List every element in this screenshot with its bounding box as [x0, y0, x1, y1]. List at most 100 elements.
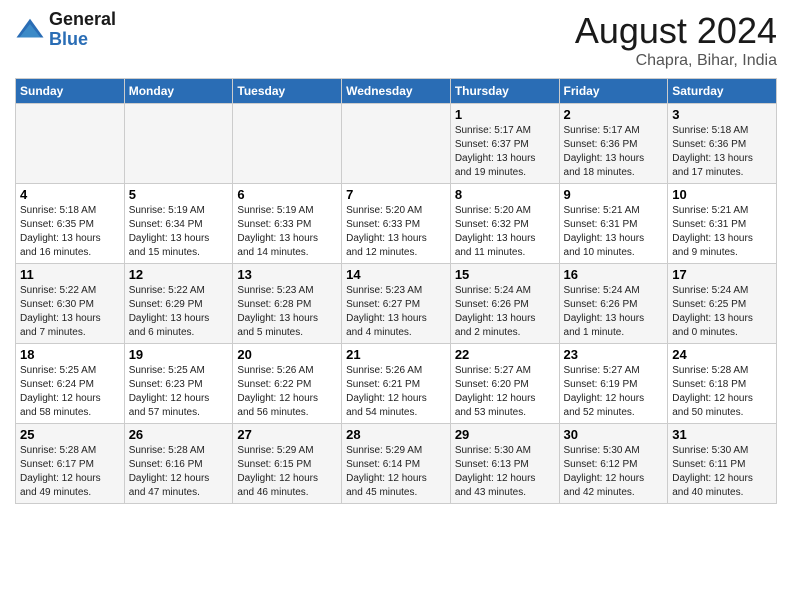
- table-row: 18 Sunrise: 5:25 AM Sunset: 6:24 PM Dayli…: [16, 344, 125, 424]
- day-info: Sunrise: 5:17 AM Sunset: 6:37 PM Dayligh…: [455, 124, 555, 180]
- col-friday: Friday: [559, 79, 668, 104]
- day-number: 14: [346, 267, 446, 282]
- day-number: 3: [672, 107, 772, 122]
- day-number: 27: [237, 427, 337, 442]
- day-info: Sunrise: 5:27 AM Sunset: 6:20 PM Dayligh…: [455, 364, 555, 420]
- table-row: 5 Sunrise: 5:19 AM Sunset: 6:34 PM Daylig…: [124, 184, 233, 264]
- day-number: 18: [20, 347, 120, 362]
- col-thursday: Thursday: [450, 79, 559, 104]
- day-number: 4: [20, 187, 120, 202]
- table-row: 1 Sunrise: 5:17 AM Sunset: 6:37 PM Daylig…: [450, 104, 559, 184]
- day-number: 8: [455, 187, 555, 202]
- day-info: Sunrise: 5:26 AM Sunset: 6:22 PM Dayligh…: [237, 364, 337, 420]
- table-row: 6 Sunrise: 5:19 AM Sunset: 6:33 PM Daylig…: [233, 184, 342, 264]
- col-saturday: Saturday: [668, 79, 777, 104]
- table-row: 11 Sunrise: 5:22 AM Sunset: 6:30 PM Dayli…: [16, 264, 125, 344]
- location: Chapra, Bihar, India: [575, 52, 777, 70]
- day-number: 29: [455, 427, 555, 442]
- table-row: 15 Sunrise: 5:24 AM Sunset: 6:26 PM Dayli…: [450, 264, 559, 344]
- table-row: 13Sunrise: 5:23 AM Sunset: 6:28 PM Dayli…: [233, 264, 342, 344]
- day-number: 15: [455, 267, 555, 282]
- day-number: 10: [672, 187, 772, 202]
- month-title: August 2024: [575, 10, 777, 52]
- day-number: 12: [129, 267, 229, 282]
- day-number: 9: [564, 187, 664, 202]
- day-info: Sunrise: 5:21 AM Sunset: 6:31 PM Dayligh…: [672, 204, 772, 260]
- day-number: 25: [20, 427, 120, 442]
- day-info: Sunrise: 5:24 AM Sunset: 6:26 PM Dayligh…: [455, 284, 555, 340]
- table-row: 27 Sunrise: 5:29 AM Sunset: 6:15 PM Dayli…: [233, 424, 342, 504]
- table-row: 28 Sunrise: 5:29 AM Sunset: 6:14 PM Dayli…: [342, 424, 451, 504]
- day-number: 21: [346, 347, 446, 362]
- day-number: 16: [564, 267, 664, 282]
- day-number: 7: [346, 187, 446, 202]
- day-info: Sunrise: 5:21 AM Sunset: 6:31 PM Dayligh…: [564, 204, 664, 260]
- table-row: 19Sunrise: 5:25 AM Sunset: 6:23 PM Dayli…: [124, 344, 233, 424]
- header-row: Sunday Monday Tuesday Wednesday Thursday…: [16, 79, 777, 104]
- day-info: Sunrise: 5:30 AM Sunset: 6:13 PM Dayligh…: [455, 444, 555, 500]
- table-row: 23Sunrise: 5:27 AM Sunset: 6:19 PM Dayli…: [559, 344, 668, 424]
- table-row: 8 Sunrise: 5:20 AM Sunset: 6:32 PM Daylig…: [450, 184, 559, 264]
- table-row: 21 Sunrise: 5:26 AM Sunset: 6:21 PM Dayli…: [342, 344, 451, 424]
- calendar-container: General Blue August 2024 Chapra, Bihar, …: [0, 0, 792, 514]
- table-row: 16 Sunrise: 5:24 AM Sunset: 6:26 PM Dayli…: [559, 264, 668, 344]
- day-info: Sunrise: 5:28 AM Sunset: 6:16 PM Dayligh…: [129, 444, 229, 500]
- logo-general: General: [49, 9, 116, 29]
- day-info: Sunrise: 5:27 AM Sunset: 6:19 PM Dayligh…: [564, 364, 664, 420]
- day-info: Sunrise: 5:20 AM Sunset: 6:32 PM Dayligh…: [455, 204, 555, 260]
- day-number: 5: [129, 187, 229, 202]
- day-number: 2: [564, 107, 664, 122]
- day-number: 1: [455, 107, 555, 122]
- week-row-5: 25 Sunrise: 5:28 AM Sunset: 6:17 PM Dayli…: [16, 424, 777, 504]
- calendar-table: Sunday Monday Tuesday Wednesday Thursday…: [15, 78, 777, 504]
- day-info: Sunrise: 5:23 AM Sunset: 6:27 PM Dayligh…: [346, 284, 446, 340]
- day-number: 26: [129, 427, 229, 442]
- week-row-4: 18 Sunrise: 5:25 AM Sunset: 6:24 PM Dayli…: [16, 344, 777, 424]
- day-number: 28: [346, 427, 446, 442]
- col-sunday: Sunday: [16, 79, 125, 104]
- table-row: [16, 104, 125, 184]
- day-info: Sunrise: 5:29 AM Sunset: 6:14 PM Dayligh…: [346, 444, 446, 500]
- day-info: Sunrise: 5:28 AM Sunset: 6:17 PM Dayligh…: [20, 444, 120, 500]
- table-row: 29 Sunrise: 5:30 AM Sunset: 6:13 PM Dayli…: [450, 424, 559, 504]
- table-row: [124, 104, 233, 184]
- table-row: 20 Sunrise: 5:26 AM Sunset: 6:22 PM Dayli…: [233, 344, 342, 424]
- table-row: 30 Sunrise: 5:30 AM Sunset: 6:12 PM Dayli…: [559, 424, 668, 504]
- table-row: 17 Sunrise: 5:24 AM Sunset: 6:25 PM Dayli…: [668, 264, 777, 344]
- day-info: Sunrise: 5:24 AM Sunset: 6:26 PM Dayligh…: [564, 284, 664, 340]
- title-block: August 2024 Chapra, Bihar, India: [575, 10, 777, 70]
- day-info: Sunrise: 5:20 AM Sunset: 6:33 PM Dayligh…: [346, 204, 446, 260]
- day-info: Sunrise: 5:30 AM Sunset: 6:12 PM Dayligh…: [564, 444, 664, 500]
- day-info: Sunrise: 5:26 AM Sunset: 6:21 PM Dayligh…: [346, 364, 446, 420]
- day-number: 19: [129, 347, 229, 362]
- day-info: Sunrise: 5:19 AM Sunset: 6:33 PM Dayligh…: [237, 204, 337, 260]
- day-info: Sunrise: 5:22 AM Sunset: 6:30 PM Dayligh…: [20, 284, 120, 340]
- day-number: 24: [672, 347, 772, 362]
- day-info: Sunrise: 5:30 AM Sunset: 6:11 PM Dayligh…: [672, 444, 772, 500]
- day-info: Sunrise: 5:23 AM Sunset: 6:28 PM Dayligh…: [237, 284, 337, 340]
- table-row: [233, 104, 342, 184]
- table-row: 9 Sunrise: 5:21 AM Sunset: 6:31 PM Daylig…: [559, 184, 668, 264]
- col-monday: Monday: [124, 79, 233, 104]
- table-row: 2Sunrise: 5:17 AM Sunset: 6:36 PM Daylig…: [559, 104, 668, 184]
- day-number: 22: [455, 347, 555, 362]
- day-number: 11: [20, 267, 120, 282]
- day-info: Sunrise: 5:19 AM Sunset: 6:34 PM Dayligh…: [129, 204, 229, 260]
- logo-blue: Blue: [49, 29, 88, 49]
- day-number: 30: [564, 427, 664, 442]
- week-row-3: 11 Sunrise: 5:22 AM Sunset: 6:30 PM Dayli…: [16, 264, 777, 344]
- logo-icon: [15, 15, 45, 45]
- day-number: 31: [672, 427, 772, 442]
- day-number: 17: [672, 267, 772, 282]
- day-info: Sunrise: 5:22 AM Sunset: 6:29 PM Dayligh…: [129, 284, 229, 340]
- day-info: Sunrise: 5:25 AM Sunset: 6:24 PM Dayligh…: [20, 364, 120, 420]
- week-row-1: 1 Sunrise: 5:17 AM Sunset: 6:37 PM Daylig…: [16, 104, 777, 184]
- day-number: 6: [237, 187, 337, 202]
- table-row: 25 Sunrise: 5:28 AM Sunset: 6:17 PM Dayli…: [16, 424, 125, 504]
- day-info: Sunrise: 5:18 AM Sunset: 6:36 PM Dayligh…: [672, 124, 772, 180]
- day-info: Sunrise: 5:24 AM Sunset: 6:25 PM Dayligh…: [672, 284, 772, 340]
- day-info: Sunrise: 5:29 AM Sunset: 6:15 PM Dayligh…: [237, 444, 337, 500]
- table-row: 31 Sunrise: 5:30 AM Sunset: 6:11 PM Dayli…: [668, 424, 777, 504]
- table-row: 12 Sunrise: 5:22 AM Sunset: 6:29 PM Dayli…: [124, 264, 233, 344]
- day-number: 20: [237, 347, 337, 362]
